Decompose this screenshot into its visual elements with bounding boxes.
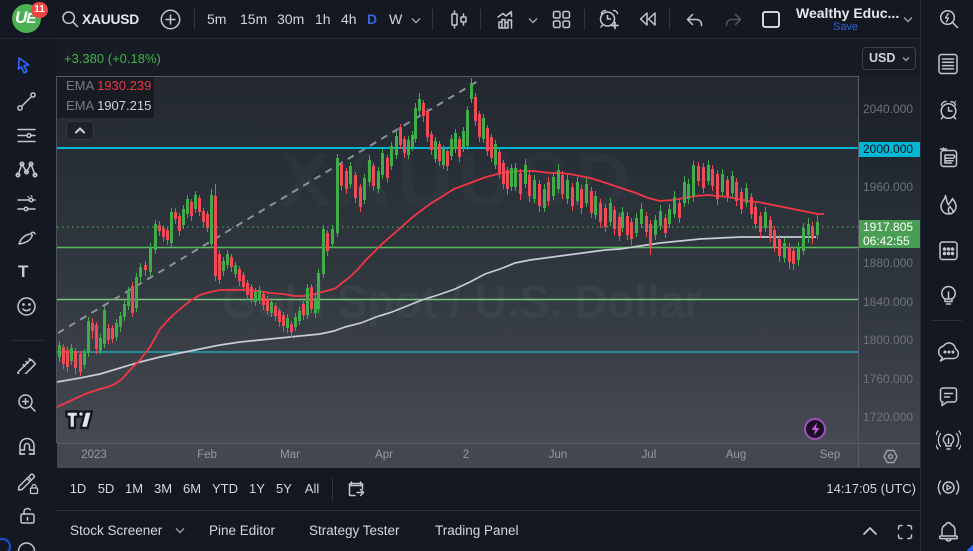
svg-text:Gold Spot / U.S. Dollar: Gold Spot / U.S. Dollar (222, 276, 702, 327)
